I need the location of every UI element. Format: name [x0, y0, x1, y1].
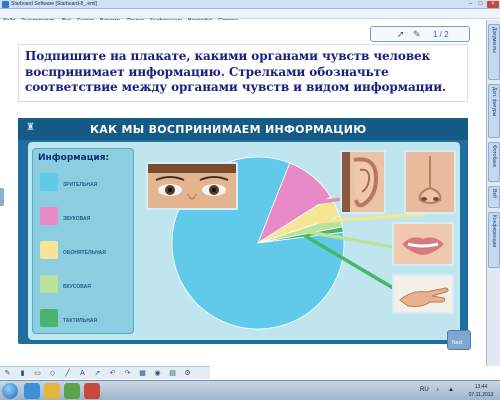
tab-documents[interactable]: Документы — [488, 24, 500, 80]
network-icon[interactable]: ▲ — [448, 387, 454, 393]
media-app-icon[interactable] — [64, 383, 80, 399]
next-page-label: Next — [452, 340, 463, 346]
task-line-1: Подпишите на плакате, какими органами чу… — [25, 49, 431, 63]
right-sidebar: Документы Доп. фигуры Фотобанк Веб Конфе… — [486, 20, 500, 366]
app-icon — [2, 1, 9, 8]
legend: Информация: Зрительная Звуковая Обонятел… — [32, 148, 134, 334]
cursor-icon[interactable]: ➚ — [397, 29, 405, 40]
grid-icon[interactable]: ▦ — [138, 369, 147, 378]
poster: ♜ КАК МЫ ВОСПРИНИМАЕМ ИНФОРМАЦИЮ Информа… — [18, 118, 468, 344]
legend-label-taste: Вкусовая — [63, 284, 91, 290]
os-taskbar: RU ♪ ▲ 13:44 07.11.2013 — [0, 380, 500, 400]
text-icon[interactable]: A — [78, 369, 87, 378]
tab-web-label: Веб — [491, 189, 497, 198]
menu-bar: ФайлРедактироватьВидСервисВставитьРаздел… — [0, 9, 500, 24]
legend-label-visual: Зрительная — [63, 182, 98, 188]
pen-icon[interactable]: ✎ — [3, 369, 12, 378]
legend-swatch-visual — [40, 173, 58, 191]
maximize-button[interactable]: □ — [476, 1, 485, 8]
close-button[interactable]: × — [487, 1, 499, 8]
legend-swatch-smell — [40, 241, 58, 259]
tab-photobank-label: Фотобанк — [491, 145, 497, 167]
title-bar: Starboard Software [Starboard-8_.eml] – … — [0, 0, 500, 9]
volume-icon[interactable]: ♪ — [436, 387, 439, 393]
task-line-3: соответствие между органами чувств и вид… — [25, 80, 447, 94]
tab-conferences-label: Конференции — [491, 215, 497, 248]
redo-icon[interactable]: ↷ — [123, 369, 132, 378]
starboard-app-icon[interactable] — [84, 383, 100, 399]
window-title: Starboard Software [Starboard-8_.eml] — [11, 1, 97, 7]
clock-date: 07.11.2013 — [468, 392, 494, 398]
page-number: 1 / 2 — [433, 30, 449, 39]
legend-label-audio: Звуковая — [63, 216, 91, 222]
explorer-app-icon[interactable] — [44, 383, 60, 399]
task-text-box[interactable]: Подпишите на плакате, какими органами чу… — [18, 44, 468, 102]
tab-photobank[interactable]: Фотобанк — [488, 142, 500, 182]
settings-icon[interactable]: ⚙ — [183, 369, 192, 378]
tab-documents-label: Документы — [491, 27, 497, 53]
camera-icon[interactable]: ◉ — [153, 369, 162, 378]
pen-icon[interactable]: ✎ — [413, 29, 421, 40]
tab-extra-shapes-label: Доп. фигуры — [491, 87, 497, 117]
tab-web[interactable]: Веб — [488, 186, 500, 208]
line-icon[interactable]: ╱ — [63, 369, 72, 378]
eraser-icon[interactable]: ▭ — [33, 369, 42, 378]
ie-app-icon[interactable] — [24, 383, 40, 399]
left-panel-handle[interactable] — [0, 188, 4, 206]
shape-icon[interactable]: ◇ — [48, 369, 57, 378]
legend-swatch-audio — [40, 207, 58, 225]
lips-photo[interactable] — [392, 222, 454, 266]
drawing-toolbar: ✎ ▮ ▭ ◇ ╱ A ➚ ↶ ↷ ▦ ◉ ▤ ⚙ — [0, 366, 210, 379]
next-page-button[interactable]: Next — [447, 330, 471, 350]
legend-title: Информация: — [38, 153, 110, 163]
page-navigator: ➚ ✎ 1 / 2 — [370, 26, 470, 42]
select-icon[interactable]: ➚ — [93, 369, 102, 378]
tab-conferences[interactable]: Конференции — [488, 212, 500, 268]
tab-extra-shapes[interactable]: Доп. фигуры — [488, 84, 500, 138]
hand-photo[interactable] — [392, 274, 454, 314]
legend-label-touch: Тактильная — [63, 318, 98, 324]
task-line-2: воспринимает информацию. Стрелками обозн… — [25, 64, 389, 79]
system-clock[interactable]: 13:44 07.11.2013 — [466, 383, 496, 399]
ear-photo[interactable] — [340, 150, 386, 214]
language-indicator[interactable]: RU — [420, 387, 429, 393]
legend-swatch-touch — [40, 309, 58, 327]
legend-label-smell: Обонятельная — [63, 250, 106, 256]
legend-swatch-taste — [40, 275, 58, 293]
nose-photo[interactable] — [404, 150, 456, 214]
undo-icon[interactable]: ↶ — [108, 369, 117, 378]
clock-time: 13:44 — [474, 384, 488, 390]
highlighter-icon[interactable]: ▮ — [18, 369, 27, 378]
page-icon[interactable]: ▤ — [168, 369, 177, 378]
minimize-button[interactable]: – — [466, 1, 475, 8]
start-button[interactable] — [2, 383, 18, 399]
eyes-photo[interactable] — [146, 162, 238, 210]
